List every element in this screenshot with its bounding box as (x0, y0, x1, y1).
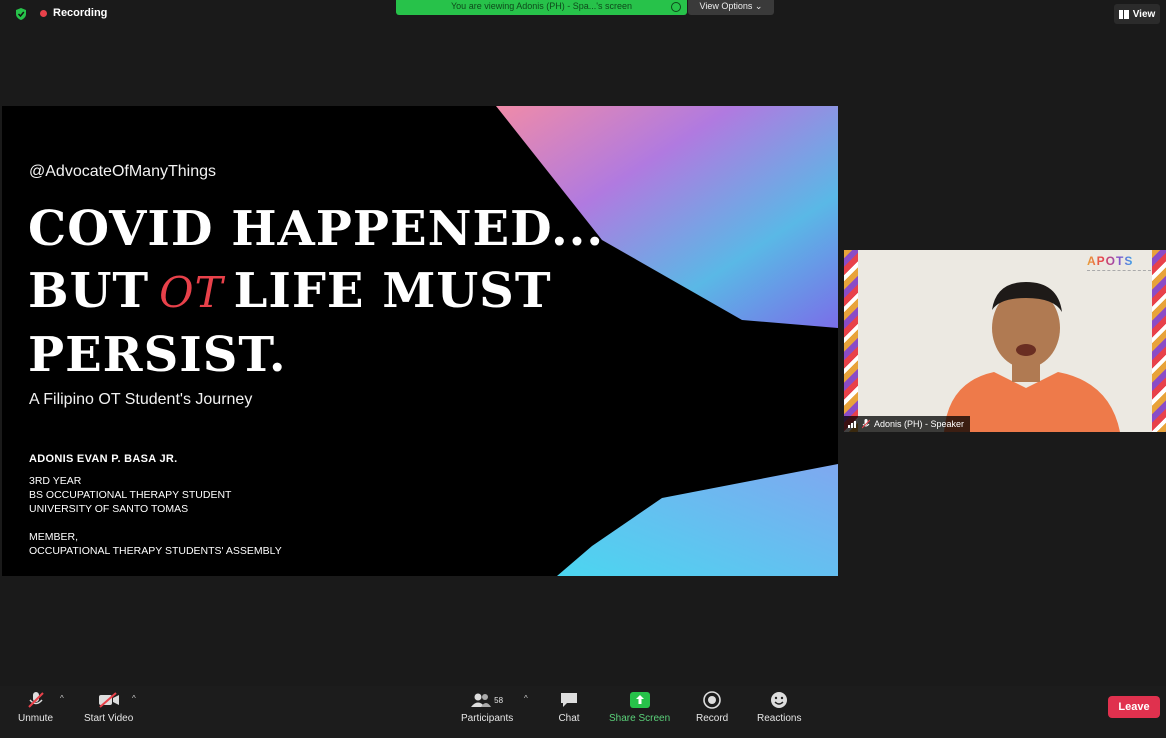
speaker-label: Adonis (PH) - Speaker (874, 419, 965, 429)
slide-title: COVID HAPPENED... BUT OT LIFE MUST PERSIST… (28, 198, 604, 386)
start-video-label: Start Video (84, 713, 134, 724)
stop-icon[interactable] (671, 2, 681, 12)
info-line: MEMBER, (29, 531, 79, 543)
reactions-label: Reactions (757, 713, 802, 724)
view-grid-icon (1118, 9, 1129, 19)
chat-label: Chat (558, 713, 580, 724)
org-logo: APOTS (1087, 254, 1134, 268)
share-screen-button[interactable]: Share Screen (609, 690, 670, 724)
caret-up-icon[interactable]: ^ (524, 694, 528, 703)
video-off-icon (98, 690, 120, 710)
view-options-label: View Options (699, 1, 753, 11)
top-bar: Recording You are viewing Adonis (PH) - … (0, 0, 1166, 28)
caret-up-icon[interactable]: ^ (60, 694, 64, 703)
speaker-name-tag: Adonis (PH) - Speaker (844, 416, 971, 432)
author-info-block: 3RD YEAR BS OCCUPATIONAL THERAPY STUDENT… (29, 474, 231, 516)
view-options-button[interactable]: View Options ⌄ (688, 0, 774, 15)
share-banner-text: You are viewing Adonis (PH) - Spa...'s s… (451, 1, 632, 11)
view-button[interactable]: View (1114, 4, 1160, 24)
leave-button[interactable]: Leave (1108, 696, 1160, 718)
start-video-button[interactable]: Start Video (84, 690, 133, 724)
recording-label: Recording (53, 7, 108, 19)
ot-handwritten: OT (159, 268, 224, 317)
view-label: View (1132, 8, 1156, 20)
social-handle: @AdvocateOfManyThings (29, 163, 216, 180)
unmute-label: Unmute (18, 713, 54, 724)
participants-label: Participants (461, 713, 514, 724)
speaker-video-tile[interactable]: APOTS Adonis (PH) - Speaker (844, 250, 1166, 432)
share-screen-icon (629, 690, 651, 710)
chat-icon (558, 690, 580, 710)
meeting-toolbar: Unmute ^ Start Video ^ 58 Participants ^… (0, 686, 1166, 738)
decorative-stripe (844, 250, 858, 432)
mic-muted-icon (25, 690, 47, 710)
share-screen-label: Share Screen (609, 713, 671, 724)
reactions-icon (768, 690, 790, 710)
recording-indicator[interactable]: Recording (40, 7, 107, 19)
mic-muted-icon (862, 419, 870, 429)
title-line-2-start: BUT (28, 263, 150, 319)
info-line: BS OCCUPATIONAL THERAPY STUDENT (29, 489, 232, 501)
participant-count: 58 (494, 695, 504, 705)
title-line-2-end: LIFE MUST (233, 263, 552, 319)
title-line-1: COVID HAPPENED... (28, 201, 605, 257)
membership-block: MEMBER, OCCUPATIONAL THERAPY STUDENTS' A… (29, 530, 282, 558)
unmute-button[interactable]: Unmute (18, 690, 53, 724)
reactions-button[interactable]: Reactions (757, 690, 801, 724)
speaker-video (944, 282, 1120, 432)
author-name: ADONIS EVAN P. BASA JR. (29, 453, 178, 465)
record-label: Record (696, 713, 729, 724)
chat-button[interactable]: Chat (558, 690, 580, 724)
slide-subtitle: A Filipino OT Student's Journey (29, 391, 253, 408)
record-dot-icon (40, 9, 47, 17)
record-button[interactable]: Record (696, 690, 728, 724)
title-line-3: PERSIST. (28, 327, 287, 383)
record-icon (701, 690, 723, 710)
shared-screen-slide: @AdvocateOfManyThings COVID HAPPENED... … (2, 106, 838, 576)
decorative-stripe (1152, 250, 1166, 432)
info-line: 3RD YEAR (29, 475, 82, 487)
signal-icon (848, 421, 856, 428)
participants-icon: 58 (467, 690, 507, 710)
info-line: OCCUPATIONAL THERAPY STUDENTS' ASSEMBLY (29, 545, 282, 557)
chevron-down-icon: ⌄ (754, 1, 763, 11)
title-line-2: BUT OT LIFE MUST (28, 260, 604, 324)
shield-icon[interactable] (14, 7, 28, 21)
screen-share-banner: You are viewing Adonis (PH) - Spa...'s s… (396, 0, 687, 15)
caret-up-icon[interactable]: ^ (132, 694, 136, 703)
participants-button[interactable]: 58 Participants (461, 690, 513, 724)
info-line: UNIVERSITY OF SANTO TOMAS (29, 503, 189, 515)
